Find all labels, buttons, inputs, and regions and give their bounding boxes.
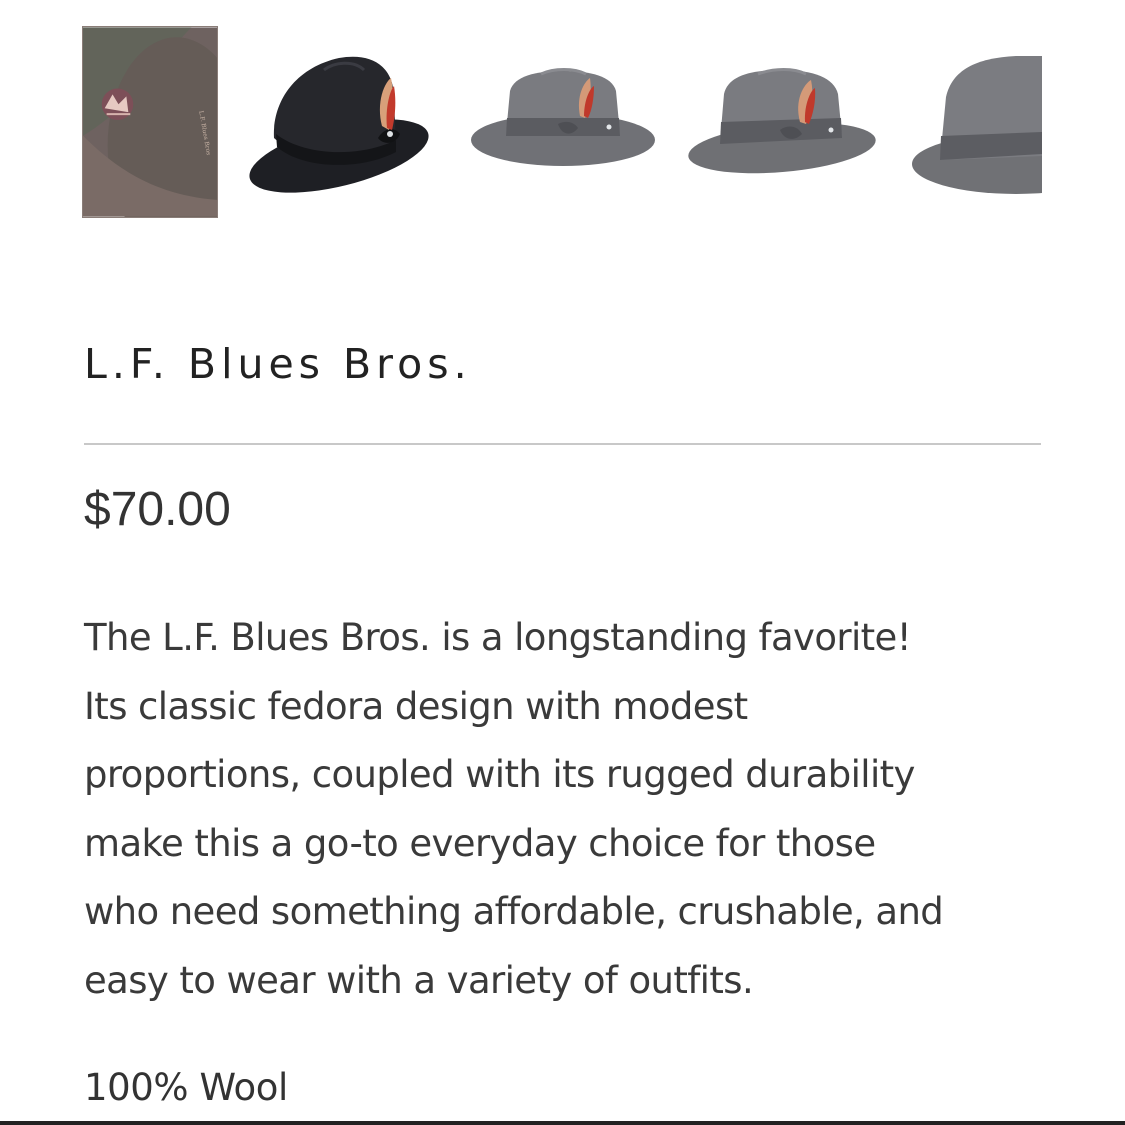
product-material: 100% Wool (84, 1066, 288, 1109)
thumbnail-black-fedora[interactable] (244, 48, 440, 196)
title-divider (84, 443, 1041, 445)
description-line: Its classic fedora design with modest (84, 684, 748, 728)
black-fedora-photo (249, 56, 429, 193)
product-description: The L.F. Blues Bros. is a longstanding f… (84, 604, 1059, 1015)
grey-fedora-side-photo (688, 68, 876, 174)
thumbnail-grey-fedora-side[interactable] (684, 64, 880, 182)
bottom-border (0, 1121, 1125, 1125)
description-line: easy to wear with a variety of outfits. (84, 958, 754, 1002)
description-line: proportions, coupled with its rugged dur… (84, 753, 915, 796)
description-line: The L.F. Blues Bros. is a longstanding f… (84, 616, 912, 659)
description-line: make this a go-to everyday choice for th… (84, 821, 876, 865)
product-title: L.F. Blues Bros. (84, 340, 472, 388)
grey-fedora-front-photo (471, 68, 655, 166)
hat-interior-label-photo: L.F. Blues Bros (83, 27, 217, 217)
grey-fedora-cropped-photo (912, 56, 1042, 194)
product-price: $70.00 (84, 483, 231, 536)
thumbnail-hat-interior[interactable]: L.F. Blues Bros (82, 26, 218, 218)
thumbnail-grey-fedora-cropped[interactable] (906, 52, 1042, 202)
product-image-gallery: L.F. Blues Bros (0, 0, 1125, 230)
thumbnail-grey-fedora-front[interactable] (466, 66, 660, 170)
description-line: who need something affordable, crushable… (84, 890, 944, 933)
